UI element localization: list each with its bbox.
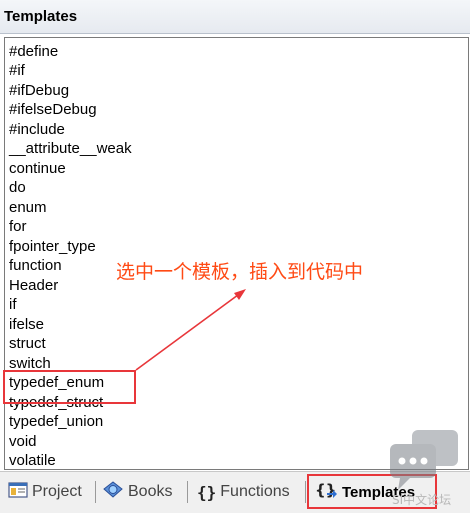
tab-divider (187, 481, 188, 503)
tab-project[interactable]: Project (8, 477, 82, 507)
watermark: SI中文论坛 (392, 493, 452, 507)
chat-bubble-icon (390, 430, 462, 494)
tab-divider (305, 481, 306, 503)
project-icon (8, 481, 28, 504)
tab-project-label: Project (32, 483, 82, 500)
tab-divider (95, 481, 96, 503)
tab-functions-label: Functions (220, 483, 290, 500)
books-icon (102, 480, 124, 505)
functions-icon: {} (197, 482, 217, 502)
tab-books-label: Books (128, 483, 173, 500)
tab-books[interactable]: Books (102, 477, 172, 507)
tab-functions[interactable]: {} Functions (197, 477, 290, 507)
